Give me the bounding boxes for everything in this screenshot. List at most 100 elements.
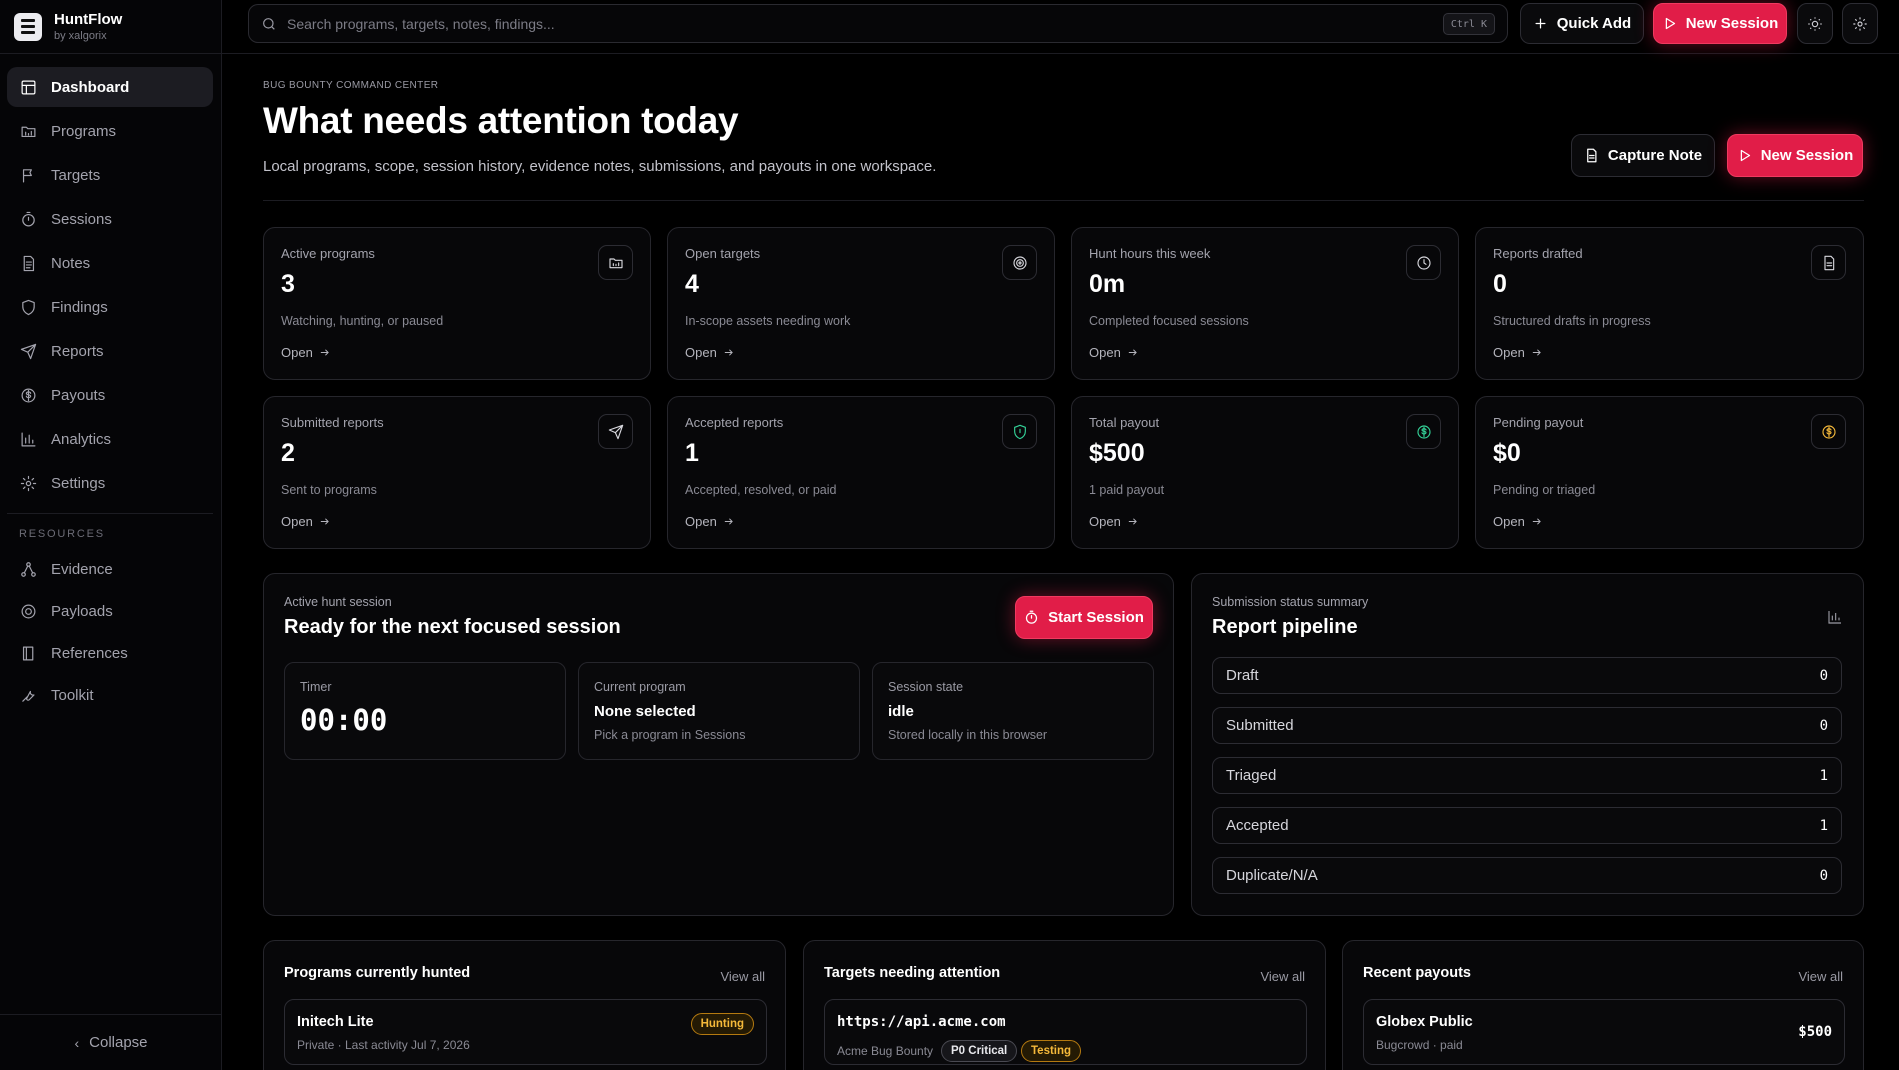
stat-value: 2 <box>281 439 295 467</box>
stat-desc: 1 paid payout <box>1089 483 1165 497</box>
new-session-button[interactable]: New Session <box>1653 3 1787 44</box>
programs-view-all-link[interactable]: View all <box>720 969 765 984</box>
sidebar-item-analytics[interactable]: Analytics <box>7 419 213 459</box>
stat-open-link[interactable]: Open <box>1493 514 1542 529</box>
sidebar-item-dashboard[interactable]: Dashboard <box>7 67 213 107</box>
plus-icon <box>1535 18 1546 29</box>
pipeline-row-count: 1 <box>1819 817 1828 834</box>
stat-open-label: Open <box>1089 514 1121 529</box>
target-icon <box>21 604 36 618</box>
pipeline-row-submitted[interactable]: Submitted 0 <box>1212 707 1842 744</box>
flag-icon <box>22 168 32 182</box>
chevron-left-icon: ‹ <box>74 1034 80 1051</box>
play-icon <box>1740 149 1750 162</box>
sidebar-item-programs[interactable]: Programs <box>7 111 213 151</box>
arrow-right-icon <box>320 518 329 525</box>
stat-card-submitted-reports[interactable]: Submitted reports 2 Sent to programs Ope… <box>263 396 651 549</box>
pipeline-row-duplicate[interactable]: Duplicate/N/A 0 <box>1212 857 1842 894</box>
stat-card-pending-payout[interactable]: Pending payout $0 Pending or triaged Ope… <box>1475 396 1864 549</box>
stat-card-open-targets[interactable]: Open targets 4 In-scope assets needing w… <box>667 227 1055 380</box>
sidebar-item-payouts[interactable]: Payouts <box>7 375 213 415</box>
programs-panel-title: Programs currently hunted <box>284 965 471 981</box>
book-icon <box>22 646 34 660</box>
pipeline-row-label: Duplicate/N/A <box>1226 867 1318 884</box>
play-icon <box>1665 17 1675 30</box>
folder-icon <box>21 126 36 137</box>
document-icon <box>1587 148 1597 163</box>
sidebar-item-label: Toolkit <box>51 686 94 704</box>
sidebar-item-label: Reports <box>51 342 104 360</box>
session-state-value: idle <box>888 703 914 720</box>
stat-card-total-payout[interactable]: Total payout $500 1 paid payout Open <box>1071 396 1459 549</box>
dollar-icon <box>1821 424 1836 439</box>
stat-open-link[interactable]: Open <box>1089 345 1138 360</box>
bar-chart-icon <box>21 432 36 446</box>
send-icon <box>20 343 37 359</box>
sidebar-item-settings[interactable]: Settings <box>7 463 213 503</box>
stat-value: $500 <box>1089 439 1145 467</box>
stat-value: 0 <box>1493 270 1507 298</box>
status-badge: Testing <box>1021 1040 1082 1062</box>
payout-list-item[interactable]: Globex Public Bugcrowd · paid $500 <box>1363 999 1845 1065</box>
start-session-button[interactable]: Start Session <box>1015 596 1153 639</box>
stat-icon-box <box>598 414 633 449</box>
resources-heading: RESOURCES <box>19 528 105 540</box>
stat-value: 3 <box>281 270 295 298</box>
payouts-view-all-link[interactable]: View all <box>1798 969 1843 984</box>
current-program-card: Current program None selected Pick a pro… <box>578 662 860 760</box>
pipeline-row-label: Triaged <box>1226 767 1277 784</box>
stat-label: Pending payout <box>1493 415 1584 430</box>
arrow-right-icon <box>1128 518 1137 525</box>
settings-button[interactable] <box>1842 3 1878 44</box>
brand[interactable]: HuntFlow by xalgorix <box>0 0 221 54</box>
sidebar-item-label: Payouts <box>51 386 106 404</box>
stat-open-link[interactable]: Open <box>281 345 330 360</box>
stat-icon-box <box>1002 414 1037 449</box>
sidebar-item-sessions[interactable]: Sessions <box>7 199 213 239</box>
header-new-session-button[interactable]: New Session <box>1727 134 1863 177</box>
stat-card-active-programs[interactable]: Active programs 3 Watching, hunting, or … <box>263 227 651 380</box>
session-state-desc: Stored locally in this browser <box>888 728 1048 742</box>
stat-open-link[interactable]: Open <box>281 514 330 529</box>
stat-open-link[interactable]: Open <box>1493 345 1542 360</box>
pipeline-row-label: Draft <box>1226 667 1259 684</box>
stat-card-reports-drafted[interactable]: Reports drafted 0 Structured drafts in p… <box>1475 227 1864 380</box>
gear-icon <box>20 475 37 491</box>
stat-open-link[interactable]: Open <box>1089 514 1138 529</box>
target-list-item[interactable]: https://api.acme.com Acme Bug Bounty P0 … <box>824 999 1307 1065</box>
stat-open-label: Open <box>281 345 313 360</box>
sidebar: HuntFlow by xalgorix Dashboard Programs … <box>0 0 222 1070</box>
collapse-button[interactable]: ‹ Collapse <box>0 1014 222 1070</box>
arrow-right-icon <box>724 349 733 356</box>
sidebar-item-targets[interactable]: Targets <box>7 155 213 195</box>
session-panel-title: Ready for the next focused session <box>284 616 621 638</box>
sidebar-item-evidence[interactable]: Evidence <box>7 550 213 588</box>
app-name: HuntFlow <box>54 11 123 28</box>
stat-label: Accepted reports <box>685 415 784 430</box>
current-program-desc: Pick a program in Sessions <box>594 728 746 742</box>
targets-view-all-link[interactable]: View all <box>1260 969 1305 984</box>
capture-note-button[interactable]: Capture Note <box>1571 134 1715 177</box>
target-icon <box>1012 255 1027 270</box>
search-input[interactable]: Search programs, targets, notes, finding… <box>248 4 1508 43</box>
stat-open-label: Open <box>685 345 717 360</box>
quick-add-button[interactable]: Quick Add <box>1520 3 1644 44</box>
sidebar-item-payloads[interactable]: Payloads <box>7 592 213 630</box>
pipeline-row-accepted[interactable]: Accepted 1 <box>1212 807 1842 844</box>
sidebar-item-findings[interactable]: Findings <box>7 287 213 327</box>
sidebar-item-toolkit[interactable]: Toolkit <box>7 676 213 714</box>
theme-toggle-button[interactable] <box>1797 3 1833 44</box>
stat-open-link[interactable]: Open <box>685 514 734 529</box>
sidebar-item-label: Notes <box>51 254 91 272</box>
sidebar-item-references[interactable]: References <box>7 634 213 672</box>
stat-card-accepted-reports[interactable]: Accepted reports 1 Accepted, resolved, o… <box>667 396 1055 549</box>
pipeline-row-triaged[interactable]: Triaged 1 <box>1212 757 1842 794</box>
pipeline-row-draft[interactable]: Draft 0 <box>1212 657 1842 694</box>
sidebar-item-reports[interactable]: Reports <box>7 331 213 371</box>
capture-note-label: Capture Note <box>1607 147 1703 164</box>
header-divider <box>263 200 1864 201</box>
stat-open-link[interactable]: Open <box>685 345 734 360</box>
program-list-item[interactable]: Initech Lite Private · Last activity Jul… <box>284 999 767 1065</box>
sidebar-item-notes[interactable]: Notes <box>7 243 213 283</box>
stat-card-hunt-hours[interactable]: Hunt hours this week 0m Completed focuse… <box>1071 227 1459 380</box>
